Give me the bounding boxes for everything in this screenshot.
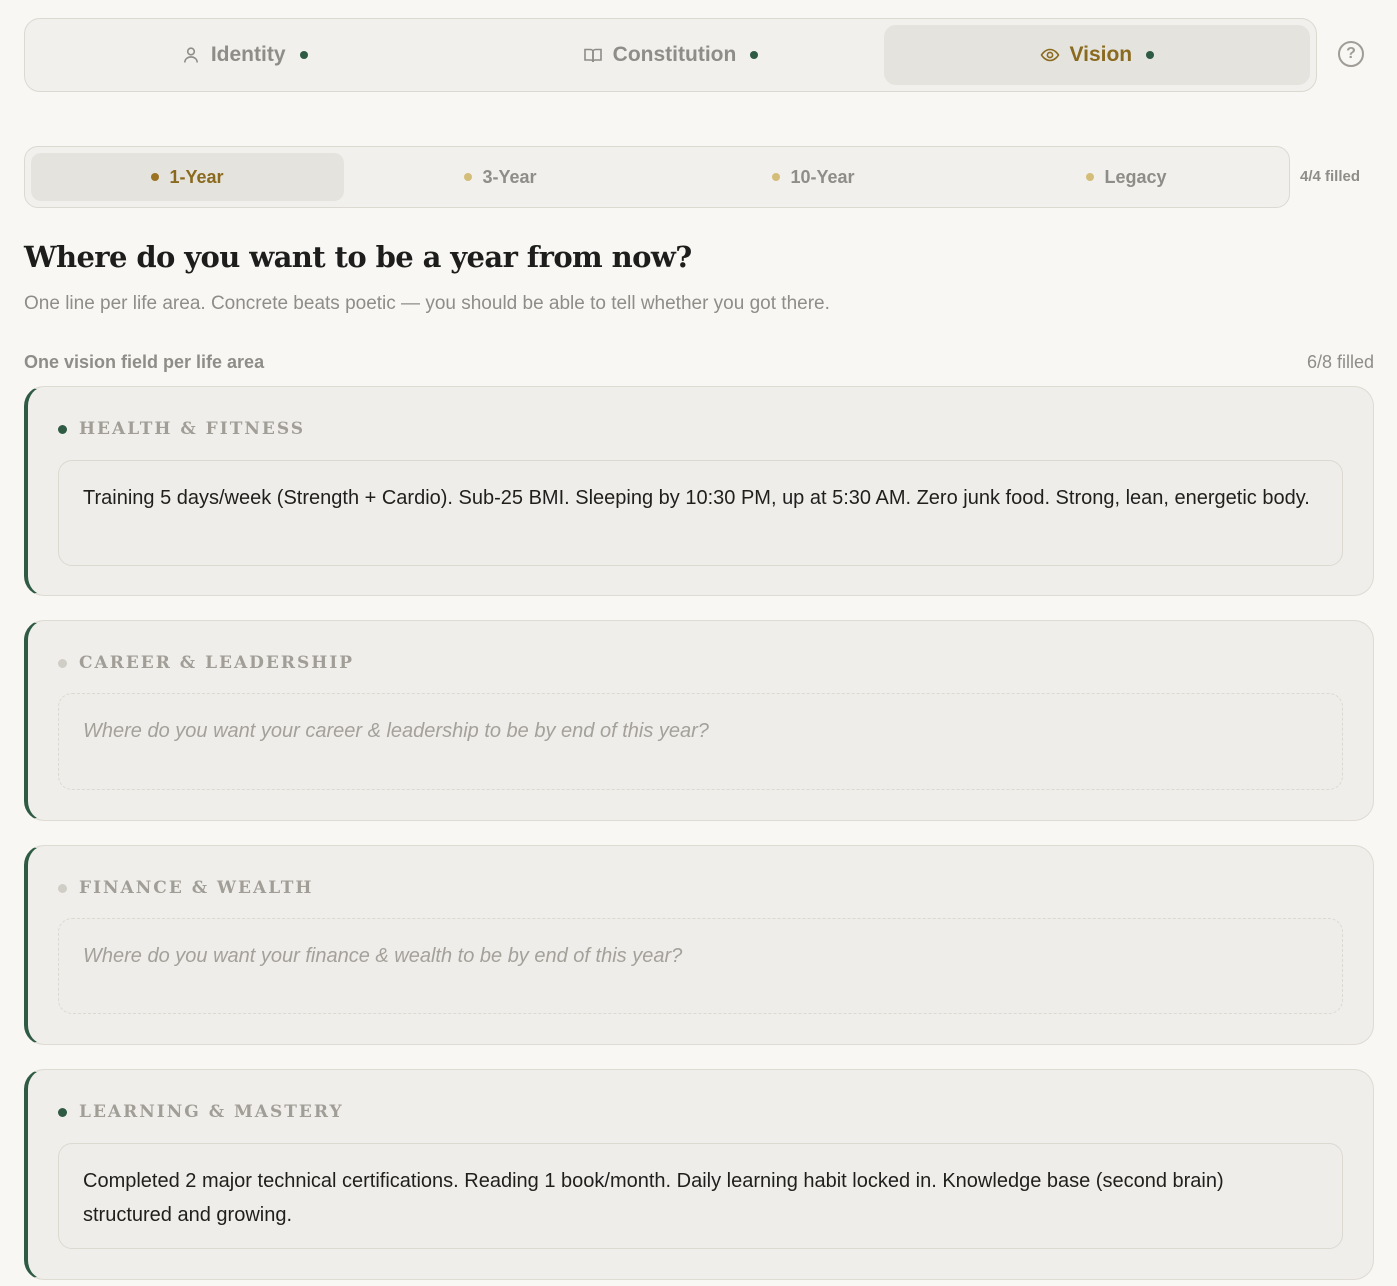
tab-legacy-label: Legacy bbox=[1104, 166, 1167, 187]
help-icon[interactable]: ? bbox=[1338, 41, 1364, 67]
main-tab-bar: Identity Constitution Vision bbox=[24, 18, 1317, 92]
tab-legacy[interactable]: Legacy bbox=[970, 153, 1283, 201]
status-dot bbox=[58, 883, 67, 893]
status-dot bbox=[464, 173, 473, 181]
vision-card-finance: Finance & Wealth Where do you want your … bbox=[24, 845, 1374, 1045]
vision-card-learning: Learning & Mastery Completed 2 major tec… bbox=[24, 1069, 1374, 1280]
tab-1-year[interactable]: 1-Year bbox=[31, 153, 344, 201]
status-dot bbox=[772, 173, 781, 181]
status-dot bbox=[1146, 51, 1155, 59]
tab-1-year-label: 1-Year bbox=[169, 166, 224, 187]
tab-constitution[interactable]: Constitution bbox=[457, 25, 883, 85]
tab-vision[interactable]: Vision bbox=[883, 25, 1310, 85]
page-title: Where do you want to be a year from now? bbox=[24, 240, 692, 274]
card-title: Health & Fitness bbox=[79, 419, 306, 439]
tab-identity-label: Identity bbox=[210, 43, 286, 66]
tab-vision-label: Vision bbox=[1069, 43, 1133, 66]
vision-card-health: Health & Fitness Training 5 days/week (S… bbox=[24, 386, 1374, 596]
book-icon bbox=[583, 45, 603, 65]
status-dot bbox=[1086, 173, 1095, 181]
help-label: ? bbox=[1346, 45, 1356, 62]
card-title: Finance & Wealth bbox=[79, 878, 314, 898]
vision-field-finance[interactable]: Where do you want your finance & wealth … bbox=[58, 918, 1343, 1014]
tab-10-year[interactable]: 10-Year bbox=[657, 153, 970, 201]
card-title: Learning & Mastery bbox=[79, 1102, 344, 1122]
page-subtitle: One line per life area. Concrete beats p… bbox=[24, 293, 830, 314]
status-dot bbox=[299, 51, 308, 59]
tab-identity[interactable]: Identity bbox=[31, 25, 457, 85]
eye-icon bbox=[1040, 45, 1060, 65]
section-label: One vision field per life area bbox=[24, 352, 265, 372]
status-dot bbox=[58, 424, 67, 434]
vision-field-health[interactable]: Training 5 days/week (Strength + Cardio)… bbox=[58, 460, 1343, 566]
user-icon bbox=[181, 45, 201, 65]
tab-3-year-label: 3-Year bbox=[482, 166, 537, 187]
status-dot bbox=[58, 658, 67, 668]
status-dot bbox=[58, 1107, 67, 1117]
section-filled-count: 6/8 filled bbox=[1306, 352, 1374, 372]
vision-field-career[interactable]: Where do you want your career & leadersh… bbox=[58, 693, 1343, 790]
card-title: Career & Leadership bbox=[79, 653, 355, 673]
page: Identity Constitution Vision ? 1-Year 3-… bbox=[0, 0, 1397, 1286]
horizon-filled-count: 4/4 filled bbox=[1300, 168, 1361, 185]
vision-field-learning[interactable]: Completed 2 major technical certificatio… bbox=[58, 1143, 1343, 1249]
vision-card-career: Career & Leadership Where do you want yo… bbox=[24, 620, 1374, 821]
tab-10-year-label: 10-Year bbox=[790, 166, 855, 187]
status-dot bbox=[151, 173, 160, 181]
status-dot bbox=[750, 51, 759, 59]
tab-constitution-label: Constitution bbox=[612, 43, 737, 66]
horizon-tab-bar: 1-Year 3-Year 10-Year Legacy bbox=[24, 146, 1290, 208]
tab-3-year[interactable]: 3-Year bbox=[344, 153, 657, 201]
